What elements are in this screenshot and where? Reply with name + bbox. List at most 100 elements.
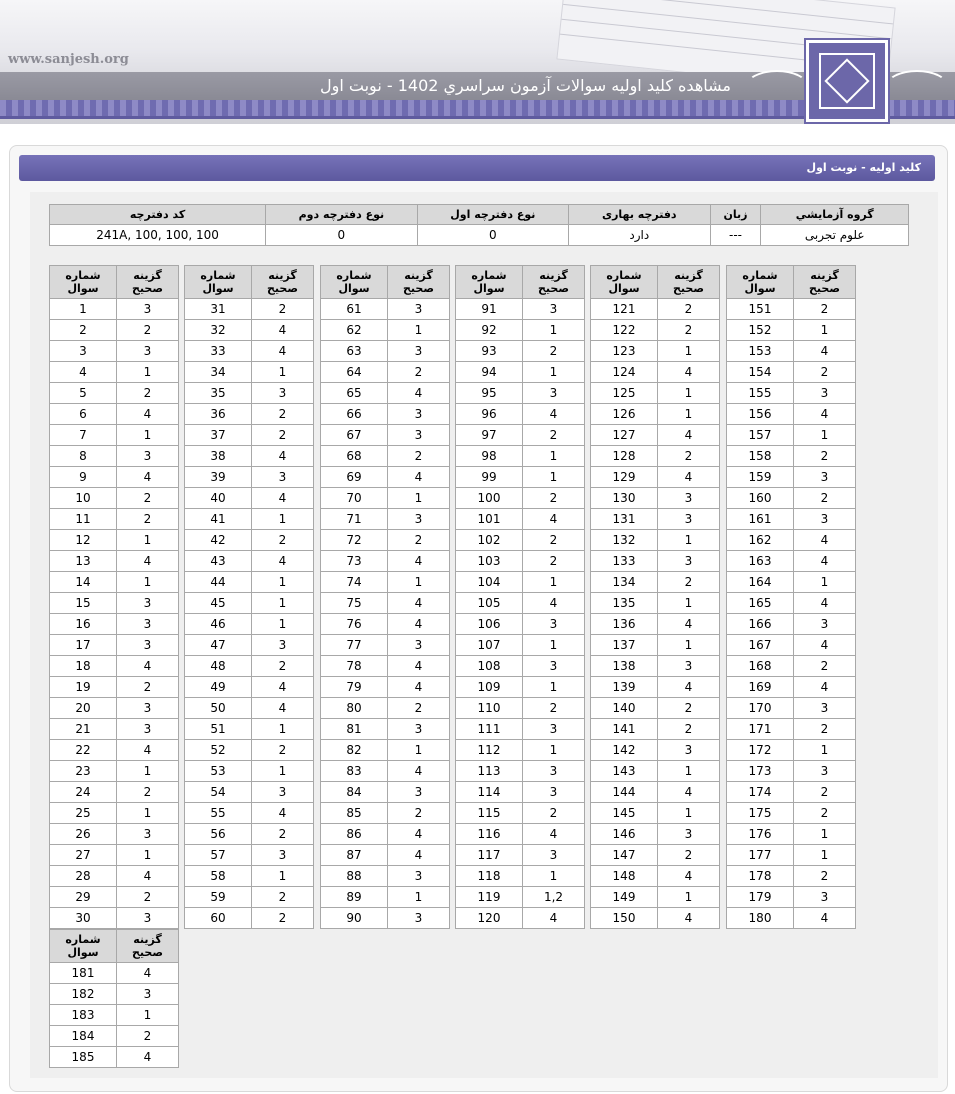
question-number: 26 xyxy=(49,823,117,845)
table-row: 42 2 xyxy=(184,529,314,551)
question-number: 38 xyxy=(184,445,252,467)
table-row: 54 3 xyxy=(184,781,314,803)
question-number: 51 xyxy=(184,718,252,740)
correct-option: 2 xyxy=(522,529,585,551)
correct-option: 1 xyxy=(793,739,856,761)
question-number: 176 xyxy=(726,823,794,845)
correct-option: 3 xyxy=(793,697,856,719)
question-number: 65 xyxy=(320,382,388,404)
question-number: 156 xyxy=(726,403,794,425)
correct-option-header: گزينه صحيح xyxy=(116,929,179,963)
correct-option: 4 xyxy=(793,676,856,698)
correct-option: 3 xyxy=(116,445,179,467)
info-header-booklet-code: كد دفترچه xyxy=(48,204,267,225)
correct-option: 1 xyxy=(387,739,450,761)
correct-option: 4 xyxy=(522,508,585,530)
ornament-icon xyxy=(885,70,949,104)
question-number: 30 xyxy=(49,907,117,929)
table-row: 147 2 xyxy=(590,844,720,866)
question-number: 91 xyxy=(455,298,523,320)
table-row: 76 4 xyxy=(320,613,450,635)
correct-option: 2 xyxy=(793,802,856,824)
table-row: 20 3 xyxy=(49,697,179,719)
table-row: 128 2 xyxy=(590,445,720,467)
table-row: 184 2 xyxy=(49,1025,179,1047)
correct-option: 4 xyxy=(657,676,720,698)
correct-option: 3 xyxy=(251,844,314,866)
question-number: 93 xyxy=(455,340,523,362)
table-row: 138 3 xyxy=(590,655,720,677)
table-row: 132 1 xyxy=(590,529,720,551)
question-number: 184 xyxy=(49,1025,117,1047)
table-row: 71 xyxy=(49,424,179,446)
correct-option: 2 xyxy=(793,865,856,887)
question-number: 130 xyxy=(590,487,658,509)
table-row: 113 3 xyxy=(455,760,585,782)
table-row: 60 2 xyxy=(184,907,314,929)
table-row: 107 1 xyxy=(455,634,585,656)
info-header-exam-group: گروه آزمايشي xyxy=(760,204,909,225)
question-number: 180 xyxy=(726,907,794,929)
question-number: 11 xyxy=(49,508,117,530)
question-number: 172 xyxy=(726,739,794,761)
correct-option: 2 xyxy=(793,361,856,383)
sanjesh-logo[interactable] xyxy=(806,40,888,122)
correct-option: 2 xyxy=(251,907,314,929)
question-number: 32 xyxy=(184,319,252,341)
correct-option: 1 xyxy=(657,760,720,782)
table-row: 66 3 xyxy=(320,403,450,425)
table-row: 182 3 xyxy=(49,983,179,1005)
question-number: 21 xyxy=(49,718,117,740)
correct-option: 1 xyxy=(657,886,720,908)
correct-option: 2 xyxy=(793,298,856,320)
question-number: 20 xyxy=(49,697,117,719)
correct-option: 1 xyxy=(251,508,314,530)
question-number: 111 xyxy=(455,718,523,740)
question-number: 167 xyxy=(726,634,794,656)
question-number: 80 xyxy=(320,697,388,719)
table-row: 88 3 xyxy=(320,865,450,887)
table-row: 37 2 xyxy=(184,424,314,446)
correct-option: 1 xyxy=(116,529,179,551)
correct-option: 4 xyxy=(387,613,450,635)
question-number: 122 xyxy=(590,319,658,341)
table-row: 47 3 xyxy=(184,634,314,656)
answer-table: شماره سوال گزينه صحيح 151 2 152 1 153 4 154 2 155 3 15… xyxy=(726,265,856,929)
correct-option: 2 xyxy=(251,655,314,677)
table-row: 19 2 xyxy=(49,676,179,698)
correct-option: 3 xyxy=(387,907,450,929)
question-number: 141 xyxy=(590,718,658,740)
correct-option: 4 xyxy=(251,319,314,341)
correct-option: 2 xyxy=(251,403,314,425)
info-header-spring-booklet: دفترچه بهاری xyxy=(568,204,711,225)
question-number: 87 xyxy=(320,844,388,866)
correct-option: 4 xyxy=(522,403,585,425)
table-row: 130 3 xyxy=(590,487,720,509)
site-url[interactable]: www.sanjesh.org xyxy=(8,52,129,67)
question-number: 128 xyxy=(590,445,658,467)
table-row: 17 3 xyxy=(49,634,179,656)
question-number: 86 xyxy=(320,823,388,845)
table-row: 23 1 xyxy=(49,760,179,782)
correct-option: 3 xyxy=(522,382,585,404)
table-row: 13 xyxy=(49,298,179,320)
question-number: 15 xyxy=(49,592,117,614)
table-row: 115 2 xyxy=(455,802,585,824)
correct-option: 3 xyxy=(387,508,450,530)
correct-option: 3 xyxy=(793,613,856,635)
correct-option: 3 xyxy=(387,424,450,446)
table-row: 26 3 xyxy=(49,823,179,845)
question-number: 42 xyxy=(184,529,252,551)
correct-option: 2 xyxy=(387,802,450,824)
table-row: 65 4 xyxy=(320,382,450,404)
table-row: 50 4 xyxy=(184,697,314,719)
table-row: 84 3 xyxy=(320,781,450,803)
table-row: 116 4 xyxy=(455,823,585,845)
table-row: 150 4 xyxy=(590,907,720,929)
question-number: 144 xyxy=(590,781,658,803)
correct-option: 4 xyxy=(251,697,314,719)
question-number: 90 xyxy=(320,907,388,929)
table-row: 11 2 xyxy=(49,508,179,530)
question-number: 133 xyxy=(590,550,658,572)
correct-option: 2 xyxy=(793,781,856,803)
